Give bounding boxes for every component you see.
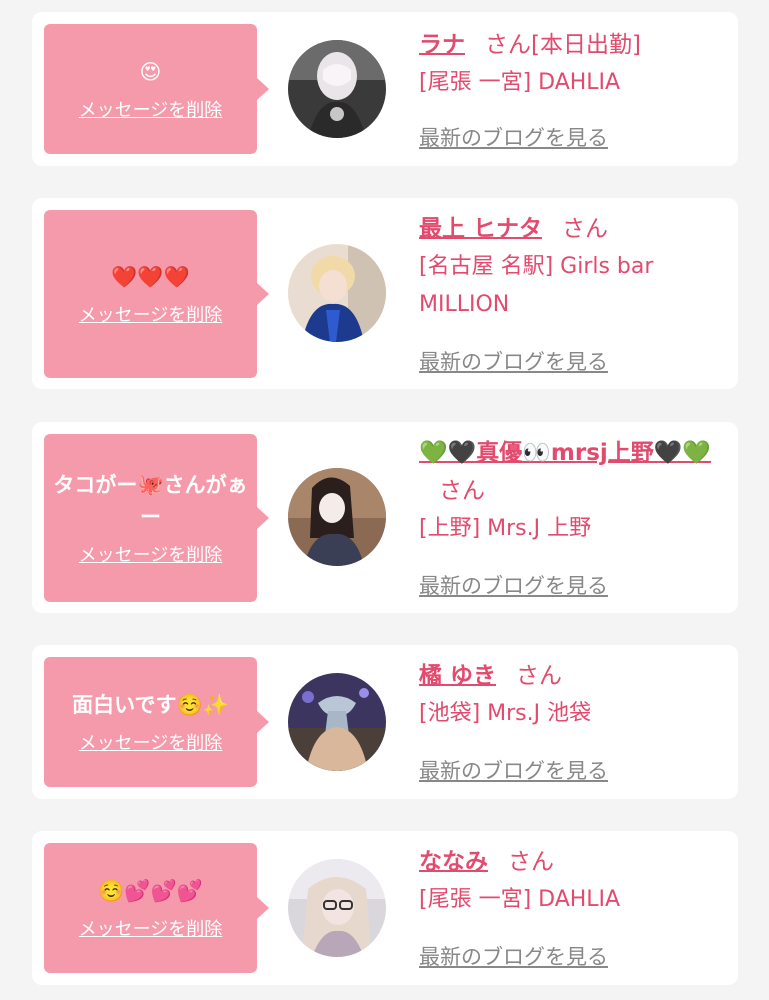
message-bubble: ☺️💕💕💕 メッセージを削除 — [44, 843, 269, 973]
delete-message-link[interactable]: メッセージを削除 — [79, 729, 223, 755]
message-text: ❤️❤️❤️ — [111, 265, 190, 289]
list-item: ❤️❤️❤️ メッセージを削除 最上 ヒナタ さん [名古屋 名駅] Girls … — [32, 198, 738, 389]
avatar[interactable] — [288, 673, 386, 771]
avatar[interactable] — [288, 244, 386, 342]
latest-blog-link[interactable]: 最新のブログを見る — [419, 122, 608, 152]
honorific: さん — [439, 478, 485, 504]
cast-info: ラナ さん[本日出勤] [尾張 一宮] DAHLIA — [419, 26, 729, 102]
message-text: 面白いです☺️✨ — [72, 693, 229, 717]
latest-blog-link[interactable]: 最新のブログを見る — [419, 941, 608, 971]
shop-name: [上野] Mrs.J 上野 — [419, 516, 592, 541]
delete-message-link[interactable]: メッセージを削除 — [79, 96, 223, 122]
message-text: タコがー🐙さんがぁー — [53, 473, 248, 529]
shop-name: [尾張 一宮] DAHLIA — [419, 70, 621, 95]
cast-info: 橘 ゆき さん [池袋] Mrs.J 池袋 — [419, 657, 729, 733]
cast-name[interactable]: ななみ — [419, 849, 488, 875]
shop-name: [名古屋 名駅] Girls bar MILLION — [419, 254, 654, 317]
latest-blog-link[interactable]: 最新のブログを見る — [419, 346, 608, 376]
latest-blog-link[interactable]: 最新のブログを見る — [419, 570, 608, 600]
avatar[interactable] — [288, 859, 386, 957]
latest-blog-link[interactable]: 最新のブログを見る — [419, 755, 608, 785]
delete-message-link[interactable]: メッセージを削除 — [79, 301, 223, 327]
cast-info: ななみ さん [尾張 一宮] DAHLIA — [419, 843, 729, 919]
honorific: さん — [562, 216, 609, 242]
list-item: ☺️💕💕💕 メッセージを削除 ななみ さん [尾張 一宮] DAHLIA 最新のブ… — [32, 831, 738, 985]
avatar[interactable] — [288, 468, 386, 566]
list-item: タコがー🐙さんがぁー メッセージを削除 💚🖤真優👀mrsj上野🖤💚 さん [上野]… — [32, 422, 738, 613]
message-bubble: タコがー🐙さんがぁー メッセージを削除 — [44, 434, 269, 602]
shop-name: [池袋] Mrs.J 池袋 — [419, 701, 592, 726]
delete-message-link[interactable]: メッセージを削除 — [79, 541, 223, 567]
message-text: ☺️💕💕💕 — [98, 879, 203, 903]
cast-name[interactable]: 橘 ゆき — [419, 663, 496, 689]
cast-name[interactable]: ラナ — [419, 32, 465, 58]
honorific: さん — [485, 32, 531, 58]
shop-name: [尾張 一宮] DAHLIA — [419, 887, 621, 912]
delete-message-link[interactable]: メッセージを削除 — [79, 915, 223, 941]
message-bubble: 😍 メッセージを削除 — [44, 24, 269, 154]
message-text: 😍 — [139, 60, 162, 84]
status-label: [本日出勤] — [531, 32, 641, 58]
avatar[interactable] — [288, 40, 386, 138]
list-item: 面白いです☺️✨ メッセージを削除 橘 ゆき さん [池袋] Mrs.J 池袋 最… — [32, 645, 738, 799]
cast-info: 最上 ヒナタ さん [名古屋 名駅] Girls bar MILLION — [419, 210, 729, 324]
cast-name[interactable]: 最上 ヒナタ — [419, 216, 542, 242]
message-bubble: 面白いです☺️✨ メッセージを削除 — [44, 657, 269, 787]
honorific: さん — [508, 849, 554, 875]
honorific: さん — [516, 663, 563, 689]
cast-info: 💚🖤真優👀mrsj上野🖤💚 さん [上野] Mrs.J 上野 — [419, 434, 729, 548]
cast-name[interactable]: 💚🖤真優👀mrsj上野🖤💚 — [419, 440, 711, 466]
favorites-list: 😍 メッセージを削除 ラナ さん[本日出勤] [尾張 一宮] DAHLIA 最新の… — [0, 0, 769, 1000]
list-item: 😍 メッセージを削除 ラナ さん[本日出勤] [尾張 一宮] DAHLIA 最新の… — [32, 12, 738, 166]
message-bubble: ❤️❤️❤️ メッセージを削除 — [44, 210, 269, 378]
